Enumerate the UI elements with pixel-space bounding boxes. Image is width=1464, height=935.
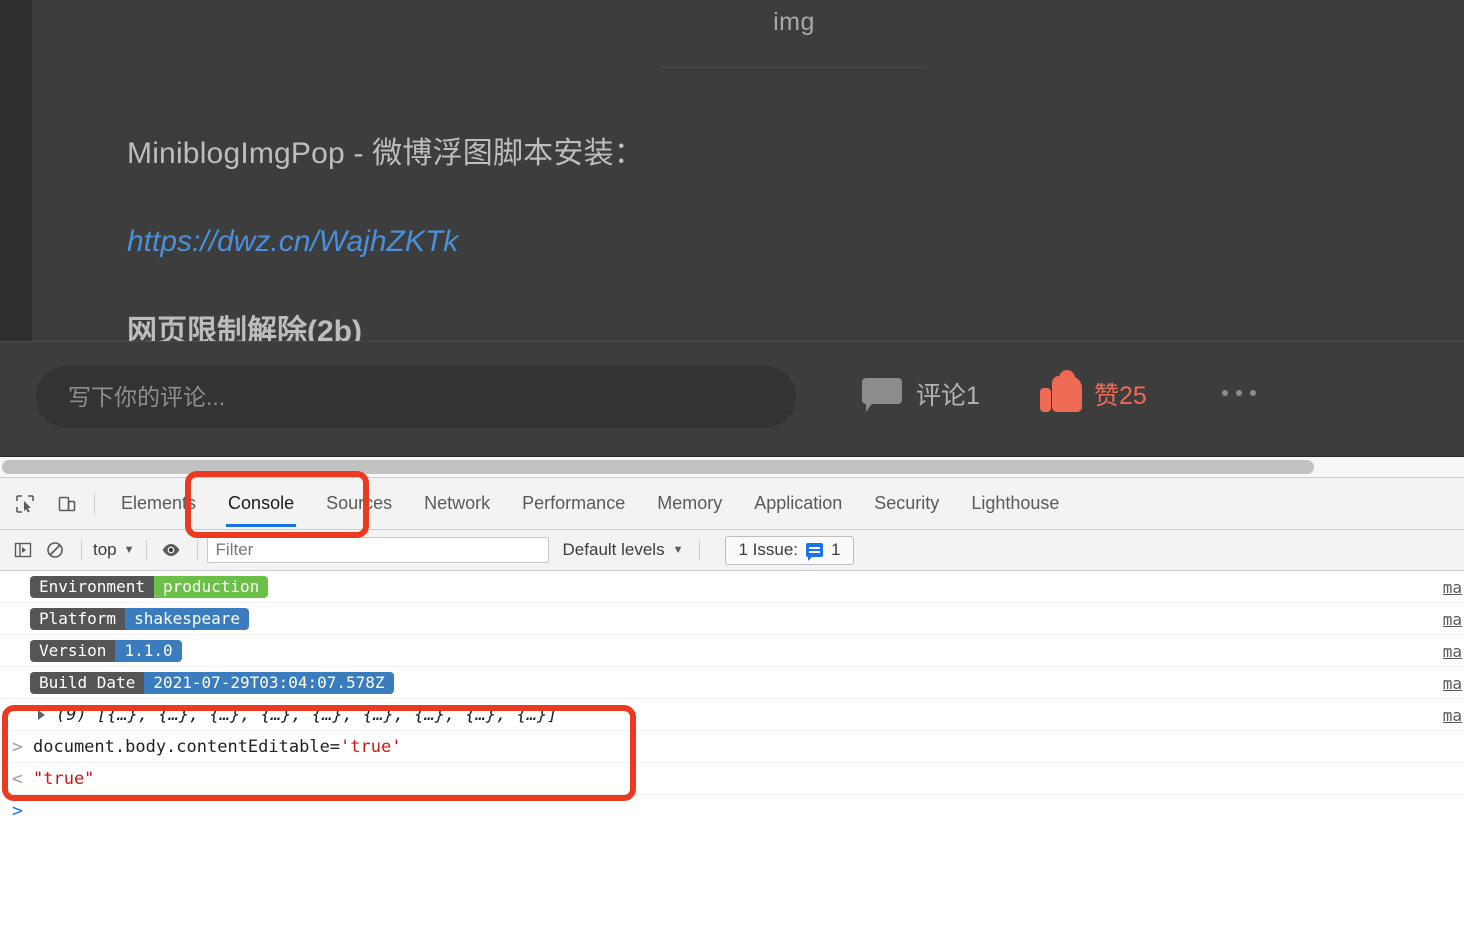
status-badge: Build Date 2021-07-29T03:04:07.578Z [30, 671, 394, 694]
evaluated-expression-string: 'true' [340, 736, 402, 757]
page-left-gutter [0, 0, 32, 341]
source-link[interactable]: ma [1443, 642, 1462, 661]
clear-console-icon[interactable] [40, 536, 70, 564]
console-output-row[interactable]: < "true" [0, 763, 1464, 795]
output-prompt-icon: < [12, 768, 23, 789]
tab-performance[interactable]: Performance [506, 478, 641, 529]
badge-key: Version [30, 639, 116, 662]
tab-lighthouse[interactable]: Lighthouse [955, 478, 1075, 529]
devtools-tab-bar: Elements Console Sources Network Perform… [0, 478, 1464, 530]
status-badge: Environment production [30, 575, 269, 598]
console-row-environment[interactable]: Environment production ma [0, 571, 1464, 603]
content-divider [660, 67, 927, 68]
tab-memory[interactable]: Memory [641, 478, 738, 529]
badge-value: shakespeare [125, 607, 250, 630]
device-toolbar-icon[interactable] [50, 487, 84, 521]
execution-context-label: top [93, 540, 117, 559]
evaluation-result: "true" [33, 768, 95, 789]
console-prompt-caret-icon: > [12, 800, 23, 822]
badge-value: 2021-07-29T03:04:07.578Z [144, 671, 394, 694]
console-message-list: Environment production ma Platform shake… [0, 571, 1464, 827]
console-row-platform[interactable]: Platform shakespeare ma [0, 603, 1464, 635]
execution-context-select[interactable]: top ▼ [91, 540, 137, 560]
speech-bubble-icon [862, 378, 902, 412]
badge-key: Environment [30, 575, 154, 598]
tab-application[interactable]: Application [738, 478, 858, 529]
console-row-build-date[interactable]: Build Date 2021-07-29T03:04:07.578Z ma [0, 667, 1464, 699]
console-toolbar: top ▼ Default levels ▼ 1 Issue: 1 [0, 530, 1464, 571]
post-link[interactable]: https://dwz.cn/WajhZKTk [127, 225, 458, 259]
tab-security[interactable]: Security [858, 478, 955, 529]
comment-count-button[interactable]: 评论1 [862, 376, 980, 412]
tab-elements[interactable]: Elements [105, 478, 212, 529]
devtools-panel: Elements Console Sources Network Perform… [0, 477, 1464, 935]
tab-console[interactable]: Console [212, 478, 310, 529]
chevron-down-icon: ▼ [672, 544, 684, 556]
thumbs-up-icon [1040, 370, 1082, 412]
array-preview: (9) [{…}, {…}, {…}, {…}, {…}, {…}, {…}, … [56, 704, 558, 725]
source-link[interactable]: ma [1443, 706, 1462, 725]
tab-network[interactable]: Network [408, 478, 506, 529]
input-prompt-icon: > [12, 736, 23, 757]
log-levels-select[interactable]: Default levels ▼ [563, 540, 684, 560]
source-link[interactable]: ma [1443, 578, 1462, 597]
scrollbar-thumb[interactable] [2, 460, 1314, 474]
tab-sources[interactable]: Sources [310, 478, 408, 529]
inspect-element-icon[interactable] [8, 487, 42, 521]
console-input-row[interactable]: > document.body.contentEditable='true' [0, 731, 1464, 763]
tabbar-divider [94, 492, 95, 515]
log-levels-label: Default levels [562, 540, 665, 559]
issue-bubble-icon [806, 543, 824, 561]
source-link[interactable]: ma [1443, 674, 1462, 693]
evaluated-expression: document.body.contentEditable= [33, 736, 341, 757]
post-title: MiniblogImgPop - 微博浮图脚本安装： [127, 137, 644, 170]
badge-value: production [153, 575, 269, 598]
console-row-version[interactable]: Version 1.1.0 ma [0, 635, 1464, 667]
like-count-label: 赞25 [1094, 382, 1147, 410]
img-placeholder-label: img [773, 8, 815, 36]
more-options-icon[interactable] [1222, 390, 1256, 396]
live-expression-eye-icon[interactable] [156, 536, 186, 564]
issues-count: 1 [831, 540, 841, 559]
console-filter-input[interactable] [206, 537, 549, 563]
comment-count-label: 评论1 [916, 382, 980, 410]
toolbar-divider-3 [196, 540, 198, 560]
console-row-array[interactable]: (9) [{…}, {…}, {…}, {…}, {…}, {…}, {…}, … [0, 699, 1464, 731]
console-prompt-row[interactable]: > [0, 795, 1464, 827]
status-badge: Version 1.1.0 [30, 639, 182, 662]
like-button[interactable]: 赞25 [1040, 370, 1147, 412]
issues-button[interactable]: 1 Issue: 1 [725, 535, 854, 565]
comment-input[interactable] [36, 366, 796, 428]
badge-key: Build Date [30, 671, 145, 694]
comment-bar: 评论1 赞25 [0, 341, 1464, 456]
toolbar-divider-1 [81, 540, 82, 560]
status-badge: Platform shakespeare [30, 607, 250, 630]
badge-key: Platform [30, 607, 126, 630]
post-subtitle: 网页限制解除(2b) [127, 315, 362, 341]
toolbar-divider-2 [145, 540, 147, 560]
console-sidebar-toggle-icon[interactable] [8, 536, 38, 564]
toolbar-divider-4 [699, 540, 701, 560]
chevron-down-icon: ▼ [123, 544, 135, 556]
page-horizontal-scrollbar[interactable] [0, 456, 1464, 477]
expand-triangle-icon[interactable] [38, 709, 45, 720]
issues-label: 1 Issue: [738, 540, 799, 559]
badge-value: 1.1.0 [115, 639, 182, 662]
source-link[interactable]: ma [1443, 610, 1462, 629]
